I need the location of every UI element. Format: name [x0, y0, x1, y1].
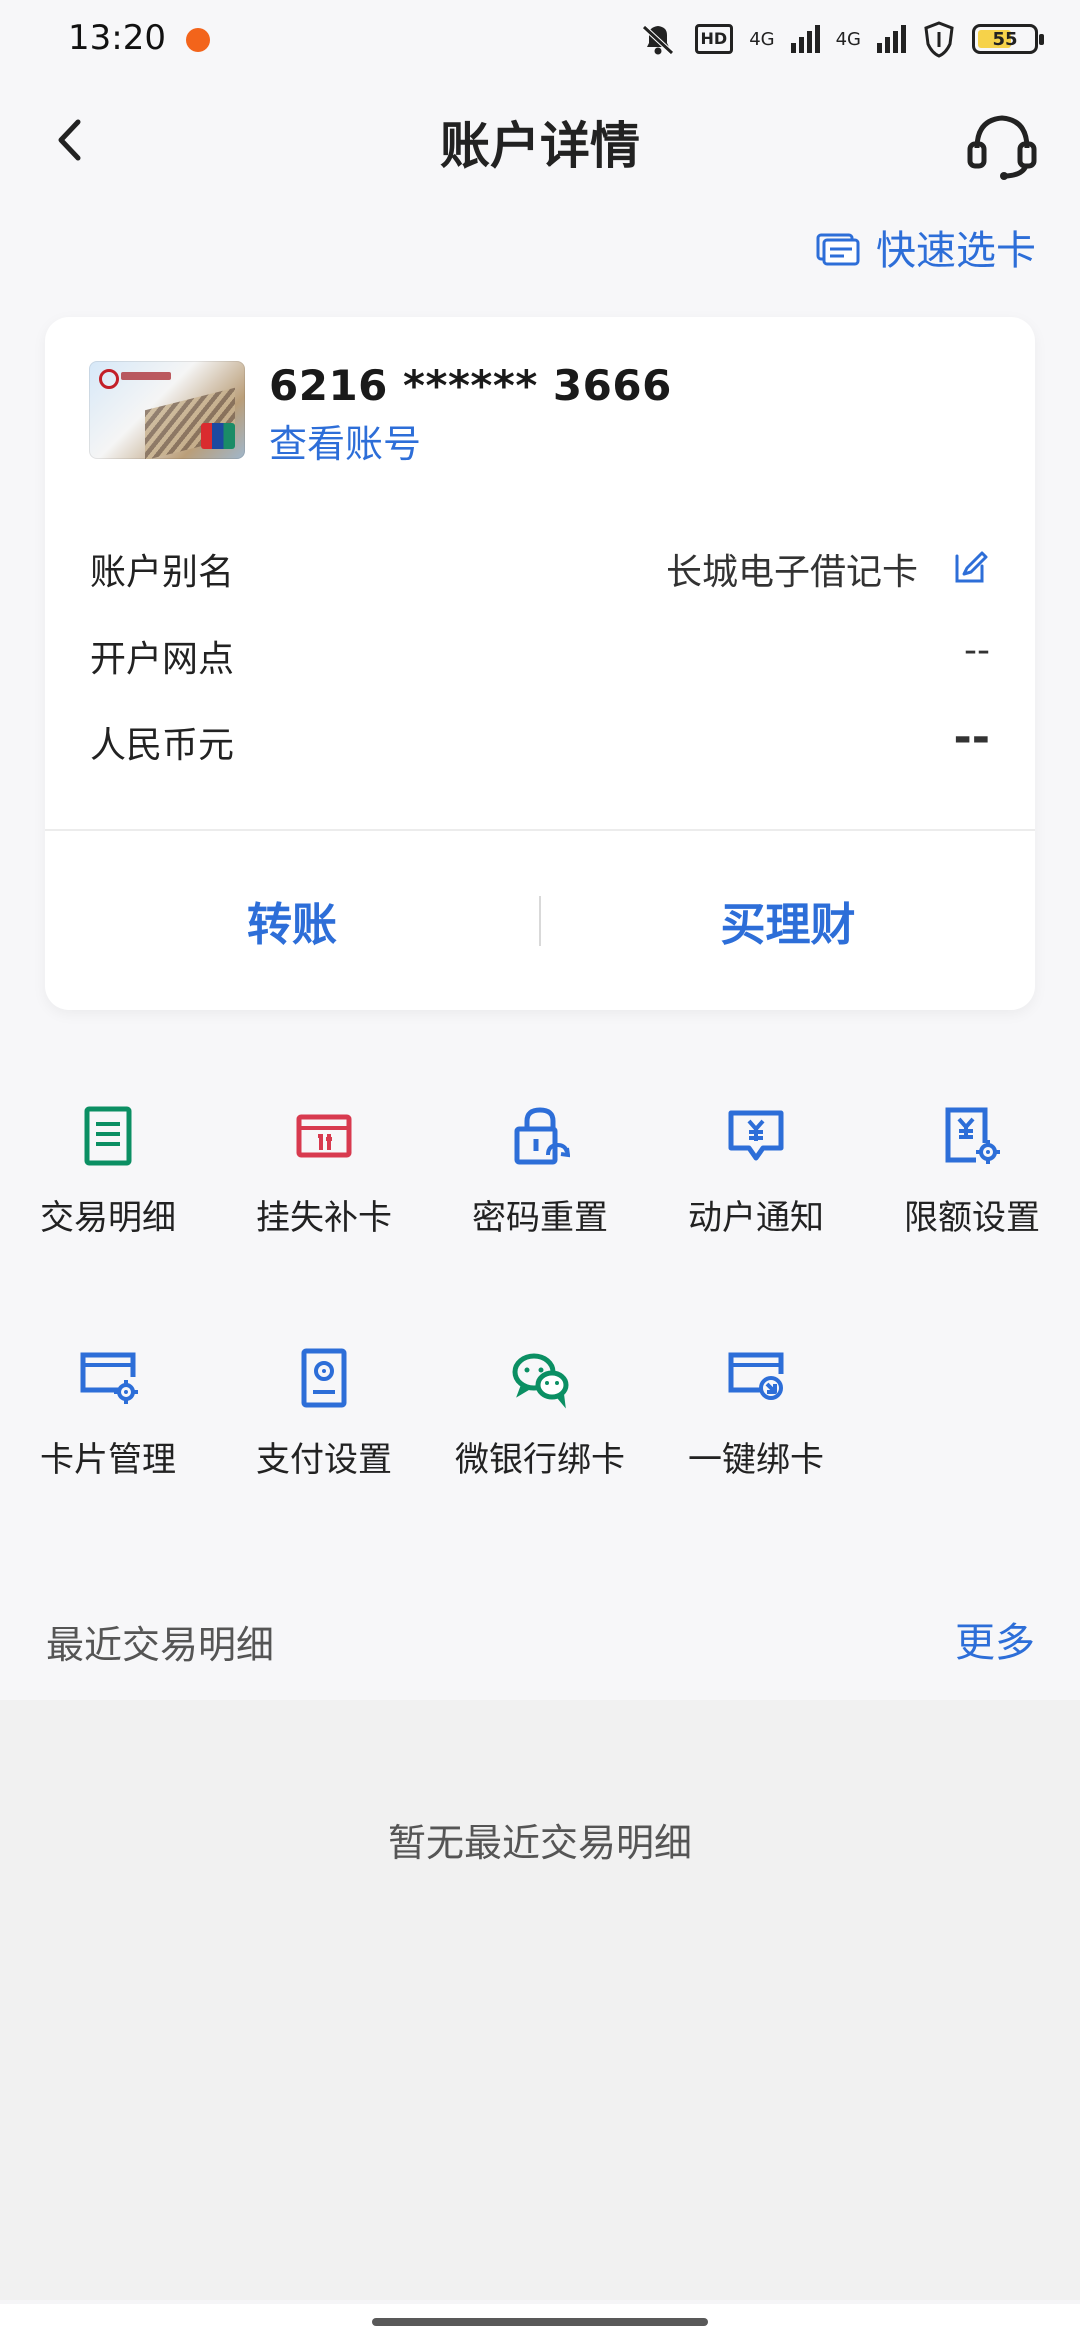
account-card-details: 6216 ****** 3666 查看账号 账户别名 长城电子借记卡 开户网点 … — [45, 317, 1035, 831]
mute-bell-icon — [641, 25, 674, 55]
home-indicator[interactable] — [372, 2318, 708, 2326]
service-account-notification[interactable]: 动户通知 — [648, 1072, 864, 1262]
recent-transactions-title: 最近交易明细 — [46, 1623, 275, 1667]
service-label: 限额设置 — [904, 1198, 1040, 1238]
account-actions: 转账 买理财 — [45, 831, 1035, 1010]
service-label: 支付设置 — [256, 1440, 392, 1480]
status-time: 13:20 — [68, 18, 166, 58]
battery-icon: 55 — [972, 24, 1044, 54]
account-alias-row: 账户别名 长城电子借记卡 — [90, 543, 990, 599]
edit-icon[interactable] — [952, 548, 990, 586]
status-bar: 13:20 HD 4G 4G 55 — [0, 0, 1080, 80]
battery-level: 55 — [992, 28, 1018, 50]
buy-wealth-management-button[interactable]: 买理财 — [541, 831, 1035, 1010]
one-click-bind-icon — [728, 1352, 784, 1400]
quick-select-card-button[interactable]: 快速选卡 — [814, 218, 1036, 276]
card-stack-icon — [816, 233, 860, 266]
service-grid: 交易明细 挂失补卡 密码重置 动户通知 限额设置 卡片管理 支付设置 微银行绑卡… — [0, 1072, 1080, 1492]
service-one-click-binding[interactable]: 一键绑卡 — [648, 1314, 864, 1504]
bank-card-image — [89, 361, 245, 459]
bank-logo-mark — [121, 372, 171, 380]
limit-settings-icon — [945, 1107, 1000, 1164]
headset-icon — [967, 115, 1037, 180]
page-root: 13:20 HD 4G 4G 55 账户详情 快速选卡 6216 ****** … — [0, 0, 1080, 2340]
account-card: 6216 ****** 3666 查看账号 账户别名 长城电子借记卡 开户网点 … — [45, 317, 1035, 1010]
empty-state-text: 暂无最近交易明细 — [387, 1821, 692, 1865]
hd-badge: HD — [694, 24, 734, 54]
rmb-balance-value: -- — [953, 712, 990, 763]
branch-row: 开户网点 -- — [90, 630, 990, 686]
service-lost-card[interactable]: 挂失补卡 — [216, 1072, 432, 1262]
branch-value: -- — [964, 630, 990, 671]
service-label: 动户通知 — [688, 1198, 824, 1238]
service-transaction-detail[interactable]: 交易明细 — [0, 1072, 216, 1262]
account-alias-label: 账户别名 — [90, 552, 235, 593]
quick-select-label: 快速选卡 — [876, 228, 1036, 274]
bottom-system-bar — [0, 2304, 1080, 2340]
service-label: 密码重置 — [472, 1198, 608, 1238]
signal-bars-1-icon — [790, 25, 820, 53]
unionpay-logo-icon — [201, 423, 235, 449]
service-label: 交易明细 — [40, 1198, 176, 1238]
network-label-1: 4G — [749, 28, 775, 50]
rmb-balance-row: 人民币元 -- — [90, 712, 990, 772]
masked-card-number: 6216 ****** 3666 — [269, 361, 672, 410]
customer-service-button[interactable] — [962, 106, 1042, 182]
service-card-management[interactable]: 卡片管理 — [0, 1314, 216, 1504]
service-label: 一键绑卡 — [688, 1440, 824, 1480]
page-title: 账户详情 — [440, 117, 640, 175]
service-label: 微银行绑卡 — [455, 1440, 625, 1480]
notification-dot — [186, 28, 210, 52]
branch-label: 开户网点 — [90, 639, 235, 680]
service-password-reset[interactable]: 密码重置 — [432, 1072, 648, 1262]
account-alias-value: 长城电子借记卡 — [665, 552, 918, 593]
bank-logo-icon — [99, 369, 119, 389]
notification-icon — [728, 1110, 784, 1161]
payment-settings-icon — [301, 1348, 347, 1408]
header-bar: 账户详情 — [0, 82, 1080, 202]
recent-transactions-header: 最近交易明细 更多 — [0, 1590, 1080, 1700]
view-account-link[interactable]: 查看账号 — [269, 413, 421, 468]
network-label-2: 4G — [835, 28, 861, 50]
transfer-button[interactable]: 转账 — [45, 831, 539, 1010]
wechat-bank-icon — [512, 1353, 569, 1409]
service-label: 挂失补卡 — [256, 1198, 392, 1238]
status-icons: HD 4G 4G 55 — [637, 19, 1044, 59]
service-limit-settings[interactable]: 限额设置 — [864, 1072, 1080, 1262]
lost-card-icon — [296, 1114, 352, 1158]
transaction-detail-icon — [84, 1106, 132, 1166]
more-link[interactable]: 更多 — [955, 1610, 1035, 1668]
service-wechat-bank-binding[interactable]: 微银行绑卡 — [432, 1314, 648, 1504]
shield-icon — [924, 21, 954, 58]
password-reset-icon — [514, 1107, 570, 1165]
rmb-balance-label: 人民币元 — [90, 725, 235, 766]
service-payment-settings[interactable]: 支付设置 — [216, 1314, 432, 1504]
card-management-icon — [80, 1352, 138, 1404]
signal-bars-2-icon — [877, 25, 906, 53]
recent-transactions-empty-state: 暂无最近交易明细 — [0, 1700, 1080, 2300]
service-label: 卡片管理 — [40, 1440, 176, 1480]
